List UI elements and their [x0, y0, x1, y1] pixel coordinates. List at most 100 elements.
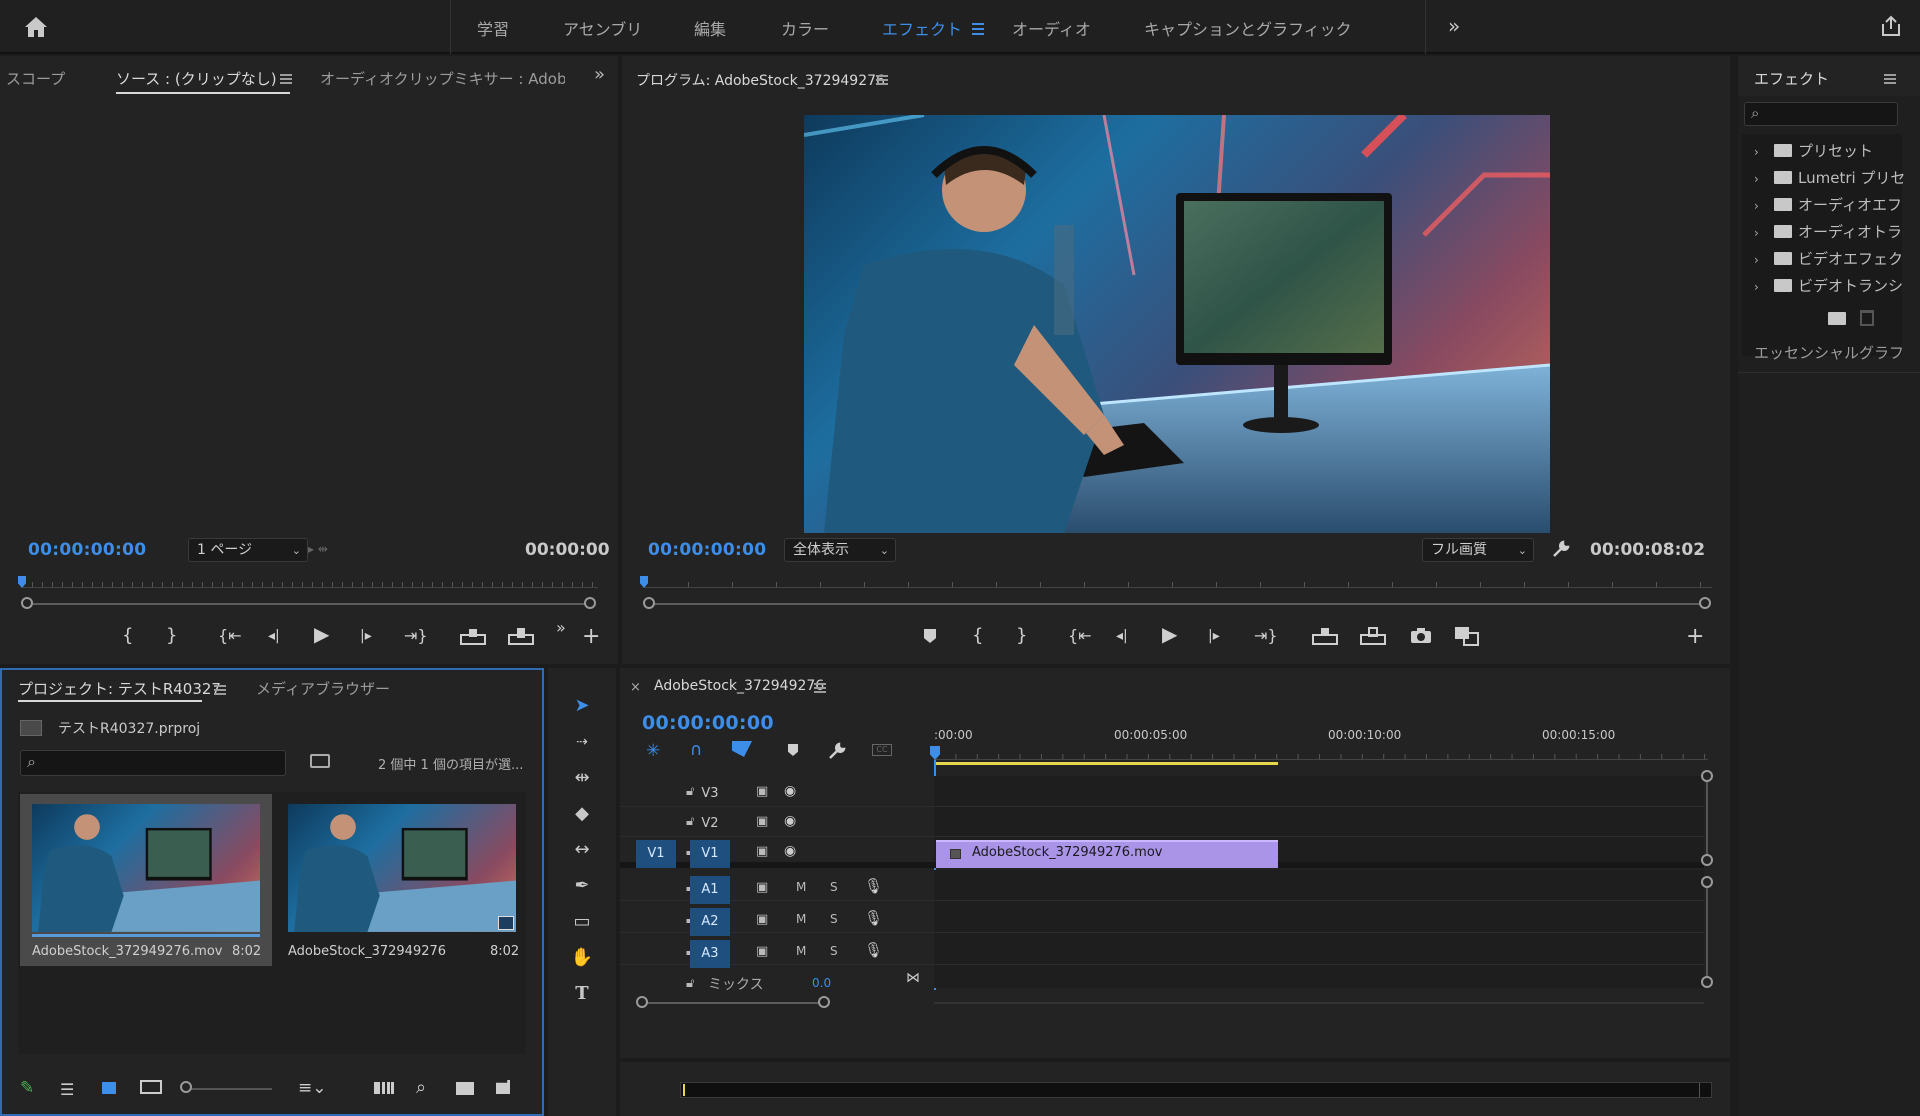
automate-to-sequence-icon[interactable]: [374, 1082, 394, 1094]
sync-lock-icon[interactable]: ▣: [756, 814, 768, 829]
track-label-a3[interactable]: A3: [690, 940, 730, 968]
thumbnail-size-handle[interactable]: [180, 1081, 192, 1093]
wrench-settings-icon[interactable]: [1552, 540, 1570, 558]
microphone-icon[interactable]: 🎙︎: [864, 909, 883, 927]
program-scroll-end-handle[interactable]: [1699, 597, 1711, 609]
timeline-horizontal-scrollbar[interactable]: [934, 1002, 1704, 1004]
audio-meter-bar[interactable]: [680, 1082, 1712, 1098]
effects-item-audio-effects[interactable]: › オーディオエフ: [1754, 194, 1902, 216]
source-more-controls-icon[interactable]: »: [556, 618, 566, 637]
project-search-input[interactable]: ⌕: [20, 750, 286, 776]
effects-item-video-transitions[interactable]: › ビデオトランシ: [1754, 275, 1903, 297]
mix-end-icon[interactable]: ⋈: [906, 970, 920, 986]
eye-icon[interactable]: ◉: [784, 843, 796, 859]
program-mark-in-icon[interactable]: {: [972, 627, 983, 645]
timeline-settings-wrench-icon[interactable]: [828, 742, 846, 760]
thumbnail-size-slider[interactable]: [188, 1088, 272, 1090]
program-video-frame[interactable]: [804, 115, 1550, 533]
header-scroll-end-handle[interactable]: [818, 996, 830, 1008]
mute-button[interactable]: M: [796, 912, 806, 926]
track-label-a2[interactable]: A2: [690, 908, 730, 936]
close-sequence-icon[interactable]: ×: [630, 680, 641, 695]
workspace-menu-icon[interactable]: [972, 23, 984, 35]
export-frame-camera-icon[interactable]: [1410, 628, 1432, 644]
tab-project[interactable]: プロジェクト: テストR40327: [18, 678, 221, 699]
program-add-button-icon[interactable]: +: [1686, 624, 1704, 649]
sync-lock-icon[interactable]: ▣: [756, 784, 768, 799]
linked-selection-icon[interactable]: [732, 741, 752, 757]
program-go-to-in-icon[interactable]: {⇤: [1068, 627, 1092, 645]
effects-panel-title[interactable]: エフェクト: [1754, 68, 1829, 89]
tab-media-browser[interactable]: メディアブラウザー: [256, 678, 390, 699]
timeline-time-ruler[interactable]: [934, 746, 1708, 760]
find-icon[interactable]: ⌕: [416, 1077, 426, 1098]
source-zoom-scrollbar[interactable]: [28, 603, 588, 605]
mark-in-icon[interactable]: {: [122, 627, 133, 645]
share-icon[interactable]: [1880, 15, 1902, 37]
home-icon[interactable]: [24, 16, 48, 38]
add-marker-icon[interactable]: [924, 629, 936, 643]
snap-magnet-icon[interactable]: ∩: [690, 740, 702, 760]
tab-essential-graphics[interactable]: エッセンシャルグラフ: [1754, 342, 1920, 363]
program-play-icon[interactable]: ▶: [1162, 624, 1177, 644]
sync-lock-icon[interactable]: ▣: [756, 844, 768, 859]
program-panel-title[interactable]: プログラム: AdobeStock_372949276: [636, 70, 885, 90]
source-scroll-end-handle[interactable]: [584, 597, 596, 609]
audio-scroll-bottom-handle[interactable]: [1701, 976, 1713, 988]
tab-sequence[interactable]: AdobeStock_372949276: [654, 678, 824, 694]
razor-tool-icon[interactable]: ◆: [568, 800, 596, 828]
workspace-tab-color[interactable]: カラー: [781, 16, 829, 40]
workspace-tab-editing[interactable]: 編集: [694, 16, 726, 40]
header-scroll-start-handle[interactable]: [636, 996, 648, 1008]
track-label-v2[interactable]: V2: [690, 810, 730, 838]
video-scroll-bottom-handle[interactable]: [1701, 854, 1713, 866]
eye-icon[interactable]: ◉: [784, 783, 796, 799]
effects-panel-menu-icon[interactable]: [1884, 74, 1896, 84]
source-page-select[interactable]: 1 ページ ⌄: [188, 538, 308, 562]
sort-icon[interactable]: ≡⌄: [298, 1078, 327, 1098]
go-to-in-icon[interactable]: {⇤: [218, 627, 242, 645]
program-zoom-select[interactable]: 全体表示 ⌄: [784, 538, 896, 562]
overwrite-icon[interactable]: [508, 626, 534, 646]
video-vertical-scrollbar[interactable]: [1706, 776, 1708, 860]
freeform-view-icon[interactable]: [140, 1080, 162, 1094]
new-item-icon[interactable]: [496, 1080, 510, 1094]
microphone-icon[interactable]: 🎙︎: [864, 941, 883, 959]
track-label-v3[interactable]: V3: [690, 780, 730, 808]
more-workspaces-icon[interactable]: »: [1448, 14, 1460, 38]
tab-scopes[interactable]: スコープ: [6, 68, 65, 89]
project-item-clip[interactable]: AdobeStock_372949276.mov 8:02: [20, 794, 272, 966]
pencil-icon[interactable]: ✎: [20, 1078, 34, 1098]
program-panel-menu-icon[interactable]: [876, 75, 888, 85]
workspace-tab-captions[interactable]: キャプションとグラフィック: [1144, 16, 1352, 40]
effects-item-audio-transitions[interactable]: › オーディオトラ: [1754, 221, 1902, 243]
effects-item-lumetri[interactable]: › Lumetri プリセ: [1754, 167, 1905, 189]
pen-tool-icon[interactable]: ✒: [568, 872, 596, 900]
program-scroll-start-handle[interactable]: [643, 597, 655, 609]
add-button-icon[interactable]: +: [582, 624, 600, 649]
step-back-icon[interactable]: ◂|: [268, 627, 280, 645]
audio-vertical-scrollbar[interactable]: [1706, 882, 1708, 978]
new-bin-from-search-icon[interactable]: [310, 754, 330, 768]
type-tool-icon[interactable]: T: [568, 980, 596, 1008]
track-select-tool-icon[interactable]: ⇢: [568, 728, 596, 756]
sync-lock-icon[interactable]: ▣: [756, 912, 768, 927]
audio-track-area[interactable]: [934, 870, 1704, 988]
program-zoom-scrollbar[interactable]: [650, 603, 1702, 605]
solo-button[interactable]: S: [830, 912, 838, 926]
play-icon[interactable]: ▶: [314, 624, 329, 644]
audio-scroll-top-handle[interactable]: [1701, 876, 1713, 888]
hand-tool-icon[interactable]: ✋: [568, 944, 596, 972]
lift-icon[interactable]: [1312, 626, 1338, 646]
effects-item-presets[interactable]: › プリセット: [1754, 140, 1873, 162]
comparison-view-icon[interactable]: [1454, 626, 1480, 646]
step-forward-icon[interactable]: |▸: [360, 627, 372, 645]
program-step-forward-icon[interactable]: |▸: [1208, 627, 1220, 645]
selection-tool-icon[interactable]: ➤: [568, 692, 596, 720]
source-zoom-arrows-icon[interactable]: ▸ ⇹: [308, 542, 328, 556]
workspace-tab-effects[interactable]: エフェクト: [882, 16, 962, 40]
program-step-back-icon[interactable]: ◂|: [1116, 627, 1128, 645]
program-go-to-out-icon[interactable]: ⇥}: [1254, 627, 1278, 645]
solo-button[interactable]: S: [830, 944, 838, 958]
program-mark-out-icon[interactable]: }: [1016, 627, 1027, 645]
